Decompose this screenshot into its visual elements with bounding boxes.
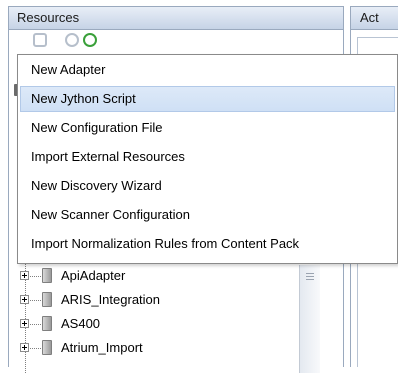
tree-branch-line xyxy=(30,348,41,349)
tree-branch-line xyxy=(30,324,41,325)
scroll-grip-line xyxy=(306,273,314,274)
expand-icon[interactable] xyxy=(20,295,29,304)
tree-item-label: AS400 xyxy=(61,316,101,331)
tree-item-aris-integration[interactable]: ARIS_Integration xyxy=(9,289,299,311)
tree-item-atrium-import[interactable]: Atrium_Import xyxy=(9,337,299,359)
tree-branch-line xyxy=(30,276,41,277)
tree-item-label: Atrium_Import xyxy=(61,340,143,355)
menu-item-new-scanner-configuration[interactable]: New Scanner Configuration xyxy=(20,202,395,228)
package-icon xyxy=(42,316,52,331)
menu-item-new-configuration-file[interactable]: New Configuration File xyxy=(20,115,395,141)
package-icon xyxy=(42,292,52,307)
resources-panel-title: Resources xyxy=(17,10,80,25)
resource-tool-icon[interactable] xyxy=(33,33,47,47)
tree-item-as400[interactable]: AS400 xyxy=(9,313,299,335)
active-panel-header: Act xyxy=(351,7,398,30)
tree-branch-line xyxy=(30,300,41,301)
tree-scrollbar-thumb[interactable] xyxy=(299,265,320,373)
resources-panel-header: Resources xyxy=(9,7,343,30)
menu-item-import-external-resources[interactable]: Import External Resources xyxy=(20,144,395,170)
menu-item-new-adapter[interactable]: New Adapter xyxy=(20,57,395,83)
menu-item-new-discovery-wizard[interactable]: New Discovery Wizard xyxy=(20,173,395,199)
menu-item-import-normalization-rules[interactable]: Import Normalization Rules from Content … xyxy=(20,231,395,257)
package-icon xyxy=(42,268,52,283)
context-menu: New Adapter New Jython Script New Config… xyxy=(17,54,398,264)
scroll-grip-line xyxy=(306,276,314,277)
menu-item-new-jython-script[interactable]: New Jython Script xyxy=(20,86,395,112)
tree-item-label: ApiAdapter xyxy=(61,268,126,283)
package-icon xyxy=(42,340,52,355)
expand-icon[interactable] xyxy=(20,343,29,352)
expand-icon[interactable] xyxy=(20,271,29,280)
tree-item-label: ARIS_Integration xyxy=(61,292,161,307)
search-icon[interactable] xyxy=(65,33,79,47)
active-panel-title: Act xyxy=(360,10,379,25)
scroll-grip-line xyxy=(306,279,314,280)
tree-item-apiadapter[interactable]: ApiAdapter xyxy=(9,265,299,287)
refresh-icon[interactable] xyxy=(83,33,97,47)
expand-icon[interactable] xyxy=(20,319,29,328)
resources-toolbar xyxy=(9,30,343,54)
